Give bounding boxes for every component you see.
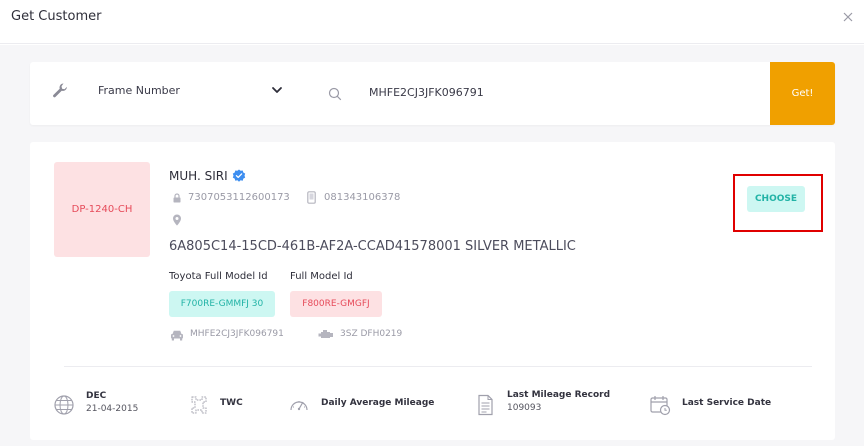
calendar-icon: [650, 396, 671, 416]
close-icon[interactable]: [842, 11, 854, 23]
search-type-label: Frame Number: [98, 84, 180, 97]
document-icon: [478, 394, 493, 416]
globe-icon: [54, 395, 74, 415]
twc-icon: [191, 396, 207, 414]
divider: [64, 366, 812, 367]
engine-number: 3SZ DFH0219: [340, 329, 403, 339]
toyota-model-tag: F700RE-GMMFJ 30: [169, 291, 275, 317]
stat-dec-label: DEC: [86, 391, 107, 401]
customer-id-number: 7307053112600173: [188, 192, 290, 203]
wrench-icon: [53, 83, 67, 98]
location-pin-icon: [173, 214, 181, 226]
stat-last-mileage: Last Mileage Record 109093: [507, 389, 610, 415]
stat-twc: TWC: [220, 397, 243, 410]
search-type-select[interactable]: Frame Number: [98, 82, 288, 102]
choose-button[interactable]: CHOOSE: [747, 186, 805, 212]
toyota-model-label: Toyota Full Model Id: [169, 271, 268, 282]
stat-dec: DEC 21-04-2015: [86, 390, 138, 416]
car-icon: [171, 330, 183, 341]
search-icon: [328, 87, 342, 101]
customer-card: DP-1240-CH MUH. SIRI 7307053112600173 08…: [30, 142, 835, 440]
stat-last-service: Last Service Date: [682, 397, 771, 410]
stat-twc-label: TWC: [220, 398, 243, 408]
get-button[interactable]: Get!: [770, 62, 835, 125]
full-model-label: Full Model Id: [290, 271, 353, 282]
engine-icon: [318, 330, 333, 338]
stat-last-mileage-value: 109093: [507, 403, 542, 413]
modal-title: Get Customer: [11, 9, 102, 24]
stat-dec-value: 21-04-2015: [86, 404, 139, 414]
modal-header: Get Customer: [0, 0, 864, 44]
speedometer-icon: [290, 401, 308, 411]
vehicle-description: 6A805C14-15CD-461B-AF2A-CCAD41578001 SIL…: [169, 239, 576, 254]
phone-icon: [307, 191, 316, 204]
full-model-tag: F800RE-GMGFJ: [290, 291, 382, 317]
verified-badge-icon: [232, 169, 246, 182]
customer-phone: 081343106378: [324, 192, 401, 203]
search-input[interactable]: [369, 86, 729, 99]
search-bar: Frame Number Get!: [30, 62, 835, 125]
frame-number: MHFE2CJ3JFK096791: [190, 329, 284, 339]
stat-last-mileage-label: Last Mileage Record: [507, 390, 611, 400]
license-plate: DP-1240-CH: [54, 162, 150, 257]
stat-daily-mileage-label: Daily Average Mileage: [321, 398, 435, 408]
customer-name: MUH. SIRI: [169, 169, 228, 183]
stat-last-service-label: Last Service Date: [682, 398, 772, 408]
lock-icon: [173, 193, 181, 203]
chevron-down-icon: [272, 87, 282, 93]
stat-daily-mileage: Daily Average Mileage: [321, 397, 434, 410]
